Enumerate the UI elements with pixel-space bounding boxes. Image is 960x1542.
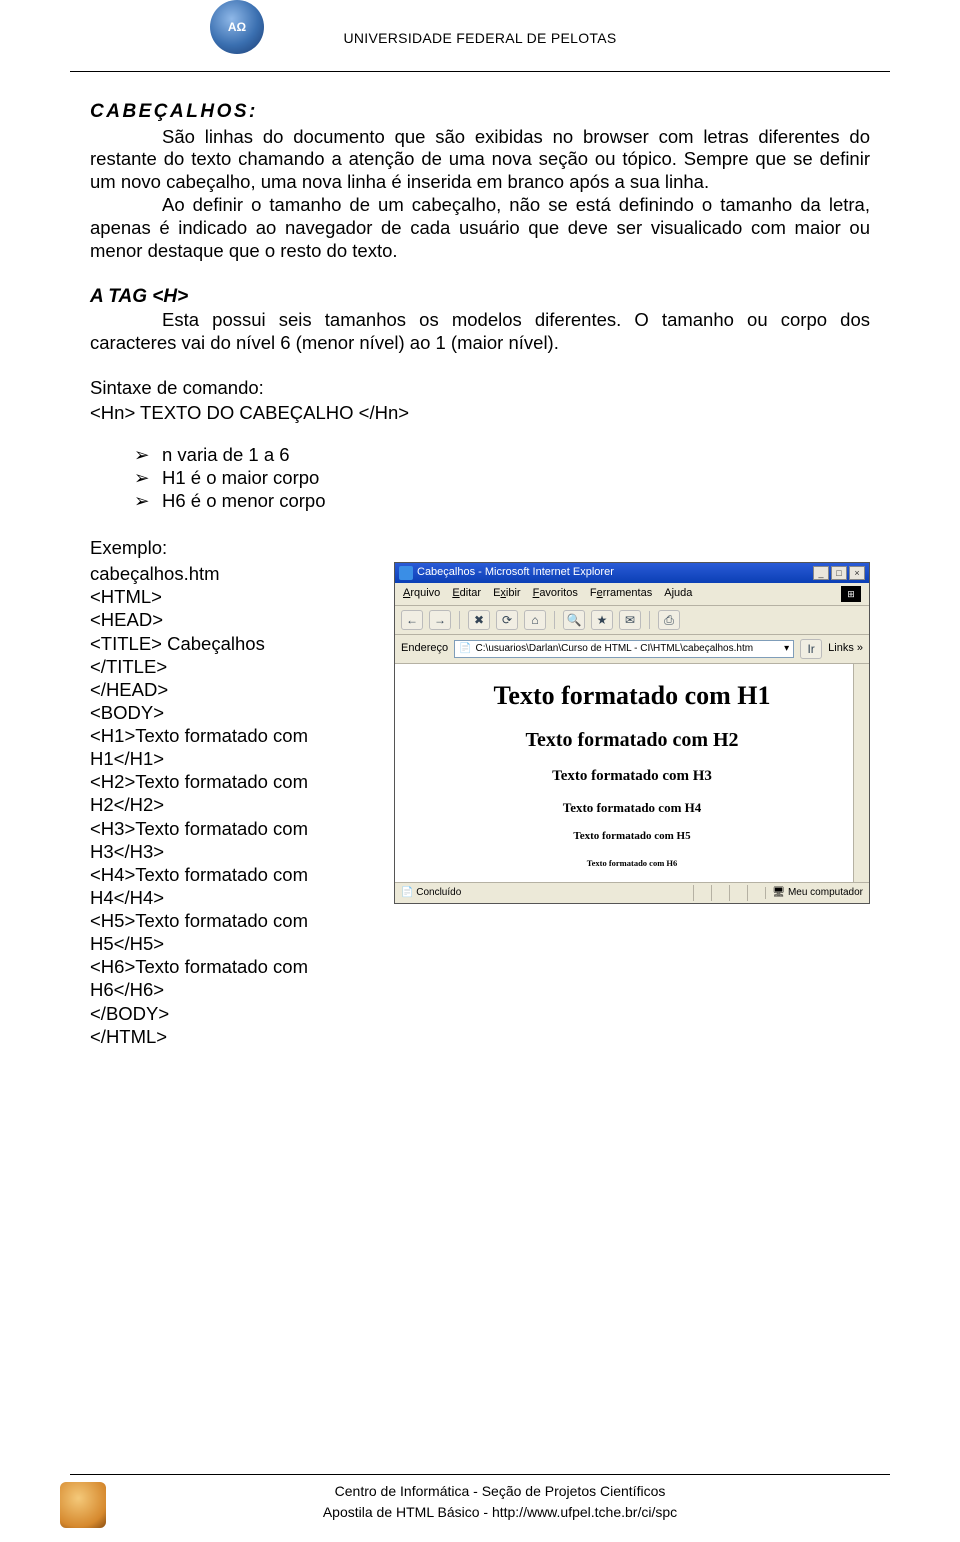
- header-title: UNIVERSIDADE FEDERAL DE PELOTAS: [343, 30, 616, 46]
- code-line: cabeçalhos.htm: [90, 562, 380, 585]
- bullet-item: n varia de 1 a 6: [134, 444, 870, 467]
- refresh-button[interactable]: ⟳: [496, 610, 518, 630]
- code-line: H1</H1>: [90, 747, 380, 770]
- address-input[interactable]: 📄 C:\usuarios\Darlan\Curso de HTML - CI\…: [454, 640, 794, 658]
- bullet-item: H6 é o menor corpo: [134, 490, 870, 513]
- security-zone: Meu computador: [788, 887, 863, 899]
- code-line: </HTML>: [90, 1025, 380, 1048]
- forward-button[interactable]: →: [429, 610, 451, 630]
- history-button[interactable]: ✉: [619, 610, 641, 630]
- code-line: H5</H5>: [90, 932, 380, 955]
- example-label: Exemplo:: [90, 537, 870, 560]
- code-line: <H5>Texto formatado com: [90, 909, 380, 932]
- code-line: <HTML>: [90, 585, 380, 608]
- syntax-label: Sintaxe de comando:: [90, 377, 870, 400]
- code-line: </BODY>: [90, 1002, 380, 1025]
- code-line: <H1>Texto formatado com: [90, 724, 380, 747]
- browser-window-title: Cabeçalhos - Microsoft Internet Explorer: [417, 566, 614, 580]
- code-line: <H2>Texto formatado com: [90, 770, 380, 793]
- bullet-item: H1 é o maior corpo: [134, 467, 870, 490]
- code-example: cabeçalhos.htm <HTML> <HEAD> <TITLE> Cab…: [90, 562, 380, 1048]
- section-title-tag-h: A TAG <H>: [90, 285, 870, 309]
- menu-favoritos[interactable]: Favoritos: [533, 587, 578, 601]
- code-line: <H3>Texto formatado com: [90, 817, 380, 840]
- code-line: <H6>Texto formatado com: [90, 955, 380, 978]
- rendered-h2: Texto formatado com H2: [407, 728, 857, 753]
- code-line: </TITLE>: [90, 655, 380, 678]
- code-line: H6</H6>: [90, 978, 380, 1001]
- rendered-h1: Texto formatado com H1: [407, 680, 857, 712]
- code-line: <BODY>: [90, 701, 380, 724]
- paragraph-2: Ao definir o tamanho de um cabeçalho, nã…: [90, 194, 870, 263]
- windows-logo-icon: ⊞: [841, 586, 861, 602]
- minimize-button[interactable]: _: [813, 566, 829, 580]
- print-button[interactable]: ⎙: [658, 610, 680, 630]
- dropdown-icon[interactable]: ▾: [784, 643, 789, 655]
- computer-icon: 🖥: [772, 887, 785, 899]
- menu-editar[interactable]: Editar: [452, 587, 481, 601]
- go-button[interactable]: Ir: [800, 639, 822, 659]
- browser-window: Cabeçalhos - Microsoft Internet Explorer…: [394, 562, 870, 904]
- browser-address-bar: Endereço 📄 C:\usuarios\Darlan\Curso de H…: [395, 635, 869, 664]
- menu-arquivo[interactable]: Arquivo: [403, 587, 440, 601]
- search-button[interactable]: 🔍: [563, 610, 585, 630]
- code-line: H2</H2>: [90, 793, 380, 816]
- code-line: <H4>Texto formatado com: [90, 863, 380, 886]
- menu-ajuda[interactable]: Ajuda: [664, 587, 692, 601]
- links-label[interactable]: Links »: [828, 642, 863, 656]
- menu-ferramentas[interactable]: Ferramentas: [590, 587, 652, 601]
- syntax-line: <Hn> TEXTO DO CABEÇALHO </Hn>: [90, 402, 870, 425]
- footer-logo-icon: [60, 1482, 106, 1528]
- home-button[interactable]: ⌂: [524, 610, 546, 630]
- back-button[interactable]: ←: [401, 610, 423, 630]
- page-icon: 📄: [401, 887, 413, 899]
- code-line: <TITLE> Cabeçalhos: [90, 632, 380, 655]
- code-line: H4</H4>: [90, 886, 380, 909]
- page-header: AΩ UNIVERSIDADE FEDERAL DE PELOTAS: [70, 0, 890, 72]
- address-label: Endereço: [401, 642, 448, 656]
- close-button[interactable]: ×: [849, 566, 865, 580]
- maximize-button[interactable]: □: [831, 566, 847, 580]
- browser-viewport: Texto formatado com H1 Texto formatado c…: [395, 664, 869, 882]
- code-line: </HEAD>: [90, 678, 380, 701]
- address-value: C:\usuarios\Darlan\Curso de HTML - CI\HT…: [476, 643, 754, 655]
- rendered-h6: Texto formatado com H6: [407, 858, 857, 869]
- browser-toolbar: ← → ✖ ⟳ ⌂ 🔍 ★ ✉ ⎙: [395, 606, 869, 635]
- favorites-button[interactable]: ★: [591, 610, 613, 630]
- code-line: <HEAD>: [90, 608, 380, 631]
- stop-button[interactable]: ✖: [468, 610, 490, 630]
- rendered-h5: Texto formatado com H5: [407, 830, 857, 844]
- page-footer: 10 Centro de Informática - Seção de Proj…: [70, 1474, 890, 1522]
- footer-line-1: Centro de Informática - Seção de Projeto…: [110, 1481, 890, 1501]
- university-logo-icon: AΩ: [210, 0, 264, 54]
- menu-exibir[interactable]: Exibir: [493, 587, 521, 601]
- rendered-h3: Texto formatado com H3: [407, 767, 857, 786]
- browser-statusbar: 📄 Concluído 🖥 Meu computador: [395, 882, 869, 903]
- footer-line-2: Apostila de HTML Básico - http://www.ufp…: [110, 1502, 890, 1522]
- browser-menubar: Arquivo Editar Exibir Favoritos Ferramen…: [395, 583, 869, 606]
- paragraph-3: Esta possui seis tamanhos os modelos dif…: [90, 309, 870, 355]
- paragraph-1: São linhas do documento que são exibidas…: [90, 126, 870, 195]
- code-line: H3</H3>: [90, 840, 380, 863]
- browser-titlebar[interactable]: Cabeçalhos - Microsoft Internet Explorer…: [395, 563, 869, 583]
- document-content: CABEÇALHOS: São linhas do documento que …: [0, 72, 960, 1048]
- ie-icon: [399, 566, 413, 580]
- status-text: Concluído: [416, 887, 461, 899]
- rendered-h4: Texto formatado com H4: [407, 800, 857, 816]
- page-icon: 📄: [459, 643, 471, 655]
- section-title-cabecalhos: CABEÇALHOS:: [90, 100, 870, 124]
- bullet-list: n varia de 1 a 6 H1 é o maior corpo H6 é…: [134, 444, 870, 513]
